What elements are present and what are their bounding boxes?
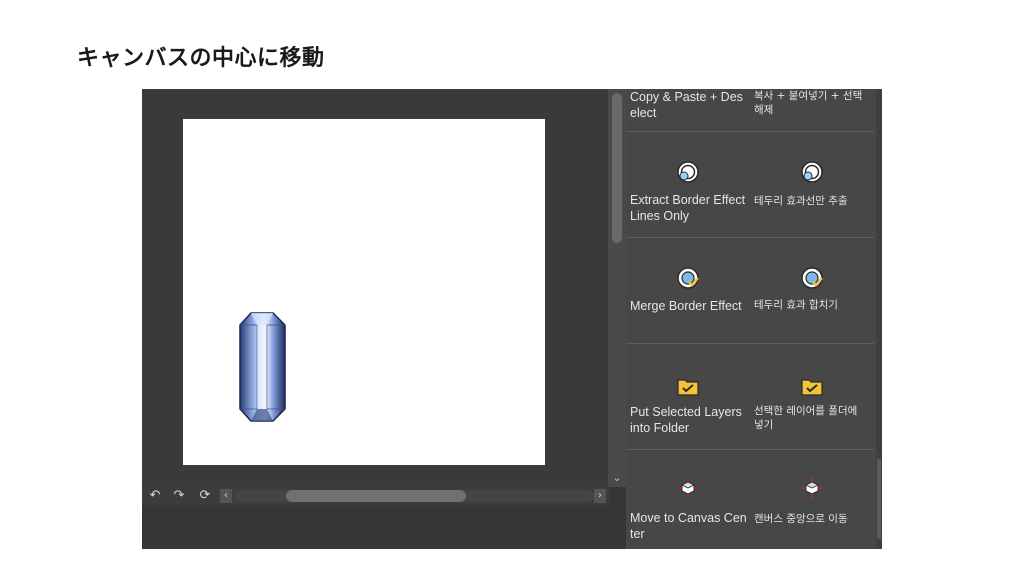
panel-scrollbar[interactable]	[876, 89, 882, 549]
merge-border-icon	[801, 267, 823, 289]
command-label-en: Copy & Paste + Deselect	[630, 90, 743, 120]
command-copy-paste-deselect-ko[interactable]: 복사 + 붙여넣기 + 선택 해제	[750, 89, 874, 131]
command-row: Copy & Paste + Deselect 복사 + 붙여넣기 + 선택 해…	[626, 89, 874, 132]
scroll-left-icon[interactable]: ‹	[220, 489, 232, 503]
command-label-en: Merge Border Effect	[630, 299, 742, 313]
command-extract-border-ko[interactable]: 테두리 효과선만 추출	[750, 132, 874, 237]
canvas-bottom-bar: ↶ ↷ ⟳ ‹ ›	[142, 487, 626, 549]
slide-title: キャンバスの中心に移動	[77, 46, 325, 71]
scroll-down-icon[interactable]: ⌄	[610, 471, 624, 485]
command-row: Extract Border Effect Lines Only 테두리 효과선…	[626, 132, 874, 238]
vertical-scroll-thumb[interactable]	[612, 93, 622, 243]
folder-check-icon	[677, 379, 699, 396]
command-put-layers-folder-en[interactable]: Put Selected Layers into Folder	[626, 344, 750, 449]
canvas-center-icon	[678, 478, 698, 498]
reset-rotate-icon[interactable]: ⟳	[196, 487, 214, 505]
horizontal-scroll-thumb[interactable]	[286, 490, 466, 502]
app-window: ⌄ ↶ ↷ ⟳ ‹ › Copy & Paste + Deselect 복사 +…	[142, 89, 882, 549]
gem-image	[239, 312, 286, 422]
navigation-row: ↶ ↷ ⟳ ‹ ›	[142, 487, 610, 505]
command-panel: Copy & Paste + Deselect 복사 + 붙여넣기 + 선택 해…	[626, 89, 882, 549]
canvas-area[interactable]	[142, 89, 610, 487]
command-label-en: Move to Canvas Center	[630, 511, 747, 541]
border-effect-icon	[801, 161, 823, 183]
command-label-ko: 복사 + 붙여넣기 + 선택 해제	[754, 90, 863, 116]
canvas-center-icon	[802, 478, 822, 498]
command-merge-border-ko[interactable]: 테두리 효과 합치기	[750, 238, 874, 343]
border-effect-icon	[677, 161, 699, 183]
folder-check-icon	[801, 379, 823, 396]
command-label-ko: 선택한 레이어를 폴더에 넣기	[754, 405, 858, 431]
horizontal-scrollbar[interactable]	[234, 490, 594, 502]
merge-border-icon	[677, 267, 699, 289]
command-label-en: Put Selected Layers into Folder	[630, 405, 742, 435]
command-row: Move to Canvas Center 캔버스 중앙으로 이동	[626, 450, 874, 549]
command-move-canvas-center-en[interactable]: Move to Canvas Center	[626, 450, 750, 549]
canvas-vertical-scrollbar[interactable]: ⌄	[608, 89, 626, 487]
command-row: Put Selected Layers into Folder 선택한 레이어를…	[626, 344, 874, 450]
command-label-ko: 테두리 효과선만 추출	[754, 195, 848, 207]
command-label-ko: 테두리 효과 합치기	[754, 299, 838, 311]
command-label-ko: 캔버스 중앙으로 이동	[754, 513, 848, 525]
canvas[interactable]	[183, 119, 545, 465]
command-put-layers-folder-ko[interactable]: 선택한 레이어를 폴더에 넣기	[750, 344, 874, 449]
command-move-canvas-center-ko[interactable]: 캔버스 중앙으로 이동	[750, 450, 874, 549]
command-label-en: Extract Border Effect Lines Only	[630, 193, 746, 223]
panel-scroll-thumb[interactable]	[877, 459, 881, 539]
undo-rotate-icon[interactable]: ↶	[146, 487, 164, 505]
command-copy-paste-deselect-en[interactable]: Copy & Paste + Deselect	[626, 89, 750, 131]
redo-rotate-icon[interactable]: ↷	[170, 487, 188, 505]
scroll-right-icon[interactable]: ›	[594, 489, 606, 503]
command-extract-border-en[interactable]: Extract Border Effect Lines Only	[626, 132, 750, 237]
command-row: Merge Border Effect 테두리 효과 합치기	[626, 238, 874, 344]
command-merge-border-en[interactable]: Merge Border Effect	[626, 238, 750, 343]
